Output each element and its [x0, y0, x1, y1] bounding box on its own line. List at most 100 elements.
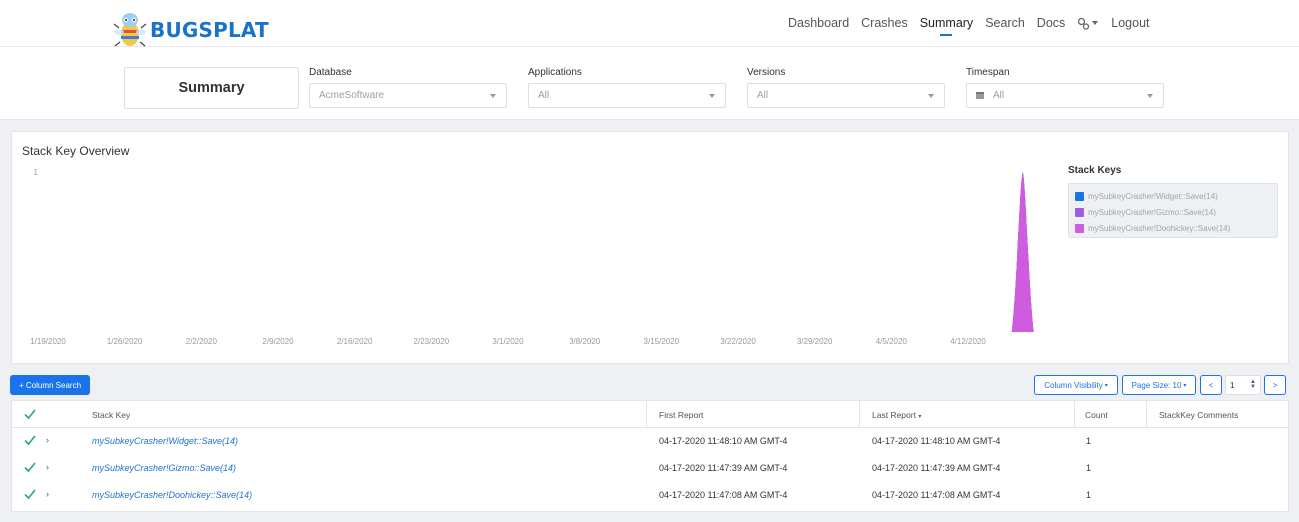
nav-dashboard[interactable]: Dashboard	[788, 16, 849, 30]
timespan-label: Timespan	[966, 67, 1010, 78]
sort-desc-icon: ▾	[918, 414, 922, 420]
chevron-down-icon: ▾	[1183, 382, 1187, 389]
legend-label: mySubkeyCrasher!Widget::Save(14)	[1088, 191, 1218, 201]
logout-link[interactable]: Logout	[1111, 16, 1149, 30]
x-tick-label: 3/15/2020	[644, 337, 680, 346]
header-last-report[interactable]: Last Report ▾	[872, 410, 921, 420]
bug-mascot-icon	[113, 10, 147, 50]
legend-swatch	[1075, 207, 1084, 217]
x-tick-label: 4/12/2020	[950, 337, 986, 346]
versions-select[interactable]: All	[747, 83, 945, 108]
legend-item[interactable]: mySubkeyCrasher!Gizmo::Save(14)	[1075, 204, 1271, 220]
chevron-down-icon	[1092, 21, 1099, 25]
stack-key-link[interactable]: mySubkeyCrasher!Doohickey::Save(14)	[92, 490, 252, 500]
settings-dropdown[interactable]	[1077, 16, 1099, 30]
chevron-down-icon	[709, 94, 715, 98]
column-visibility-button[interactable]: Column Visibility ▾	[1034, 375, 1118, 395]
versions-value: All	[757, 90, 769, 101]
top-navbar: BUGSPLAT Dashboard Crashes Summary Searc…	[0, 0, 1299, 47]
nav-links: Dashboard Crashes Summary Search Docs Lo…	[788, 16, 1162, 36]
last-report-cell: 04-17-2020 11:47:08 AM GMT-4	[872, 490, 1001, 500]
last-report-cell: 04-17-2020 11:48:10 AM GMT-4	[872, 436, 1001, 446]
x-tick-label: 1/26/2020	[107, 337, 143, 346]
applications-filter: Applications All	[528, 67, 726, 108]
legend-label: mySubkeyCrasher!Doohickey::Save(14)	[1088, 223, 1231, 233]
column-search-button[interactable]: + Column Search	[10, 375, 90, 395]
page-number-input[interactable]: 1 ▲ ▼	[1225, 375, 1261, 395]
first-report-cell: 04-17-2020 11:47:39 AM GMT-4	[659, 463, 788, 473]
select-all-check-icon[interactable]	[24, 408, 36, 420]
page-number-value: 1	[1230, 380, 1235, 390]
legend-item[interactable]: mySubkeyCrasher!Doohickey::Save(14)	[1075, 220, 1271, 236]
versions-label: Versions	[747, 67, 786, 78]
legend-label: mySubkeyCrasher!Gizmo::Save(14)	[1088, 207, 1217, 217]
table-row[interactable]: › mySubkeyCrasher!Doohickey::Save(14) 04…	[12, 482, 1288, 509]
chart-legend: mySubkeyCrasher!Widget::Save(14)mySubkey…	[1068, 183, 1278, 238]
database-select[interactable]: AcmeSoftware	[309, 83, 507, 108]
last-report-cell: 04-17-2020 11:47:39 AM GMT-4	[872, 463, 1001, 473]
x-tick-label: 4/5/2020	[876, 337, 908, 346]
table-row[interactable]: › mySubkeyCrasher!Widget::Save(14) 04-17…	[12, 428, 1288, 455]
count-cell: 1	[1086, 436, 1092, 446]
prev-page-button[interactable]: <	[1200, 375, 1222, 395]
nav-search[interactable]: Search	[985, 16, 1025, 30]
x-tick-label: 3/8/2020	[569, 337, 601, 346]
x-tick-label: 2/16/2020	[337, 337, 373, 346]
table-row[interactable]: › mySubkeyCrasher!Gizmo::Save(14) 04-17-…	[12, 455, 1288, 482]
legend-swatch	[1075, 223, 1084, 233]
x-tick-label: 1/19/2020	[30, 337, 66, 346]
x-tick-label: 2/2/2020	[186, 337, 218, 346]
y-tick-label: 1	[34, 168, 39, 177]
header-comments[interactable]: StackKey Comments	[1159, 410, 1238, 420]
stack-key-link[interactable]: mySubkeyCrasher!Widget::Save(14)	[92, 436, 238, 446]
nav-crashes[interactable]: Crashes	[861, 16, 908, 30]
page-title: Summary	[124, 67, 299, 109]
legend-swatch	[1075, 191, 1084, 201]
x-tick-label: 2/23/2020	[414, 337, 450, 346]
nav-docs[interactable]: Docs	[1037, 16, 1065, 30]
legend-item[interactable]: mySubkeyCrasher!Widget::Save(14)	[1075, 188, 1271, 204]
applications-label: Applications	[528, 67, 582, 78]
count-cell: 1	[1086, 463, 1092, 473]
nav-summary[interactable]: Summary	[920, 16, 973, 36]
legend-title: Stack Keys	[1068, 165, 1122, 176]
stack-key-overview-card: Stack Key Overview 1 1/19/2020 1/26/2020 2/…	[11, 131, 1289, 364]
x-tick-label: 2/9/2020	[262, 337, 294, 346]
count-cell: 1	[1086, 490, 1092, 500]
chevron-down-icon	[1147, 94, 1153, 98]
expand-chevron-icon[interactable]: ›	[46, 462, 49, 472]
filter-bar: Summary Database AcmeSoftware Applicatio…	[0, 47, 1299, 120]
gears-icon	[1078, 17, 1090, 30]
next-page-button[interactable]: >	[1264, 375, 1286, 395]
timespan-filter: Timespan All	[966, 67, 1164, 108]
applications-select[interactable]: All	[528, 83, 726, 108]
versions-filter: Versions All	[747, 67, 945, 108]
calendar-icon	[976, 92, 984, 99]
first-report-cell: 04-17-2020 11:48:10 AM GMT-4	[659, 436, 788, 446]
database-label: Database	[309, 67, 352, 78]
timespan-value: All	[993, 90, 1005, 101]
header-stack-key[interactable]: Stack Key	[92, 410, 130, 420]
page-size-label: Page Size: 10	[1131, 380, 1182, 390]
header-first-report[interactable]: First Report	[659, 410, 703, 420]
brand-logo[interactable]: BUGSPLAT	[113, 10, 269, 50]
spinner-icon[interactable]: ▲ ▼	[1250, 379, 1256, 390]
table-header: Stack Key First Report Last Report ▾ Cou…	[12, 401, 1288, 428]
x-tick-label: 3/1/2020	[492, 337, 524, 346]
stack-key-table: Stack Key First Report Last Report ▾ Cou…	[11, 400, 1289, 512]
applications-value: All	[538, 90, 550, 101]
check-icon[interactable]	[24, 434, 36, 446]
stack-key-link[interactable]: mySubkeyCrasher!Gizmo::Save(14)	[92, 463, 236, 473]
expand-chevron-icon[interactable]: ›	[46, 489, 49, 499]
check-icon[interactable]	[24, 461, 36, 473]
header-count[interactable]: Count	[1085, 410, 1108, 420]
timespan-select[interactable]: All	[966, 83, 1164, 108]
chevron-down-icon: ▾	[1104, 382, 1108, 389]
database-value: AcmeSoftware	[319, 90, 385, 101]
expand-chevron-icon[interactable]: ›	[46, 435, 49, 445]
chevron-down-icon	[490, 94, 496, 98]
chevron-down-icon	[928, 94, 934, 98]
series-area-3[interactable]	[1011, 172, 1034, 332]
page-size-button[interactable]: Page Size: 10 ▾	[1122, 375, 1196, 395]
check-icon[interactable]	[24, 488, 36, 500]
